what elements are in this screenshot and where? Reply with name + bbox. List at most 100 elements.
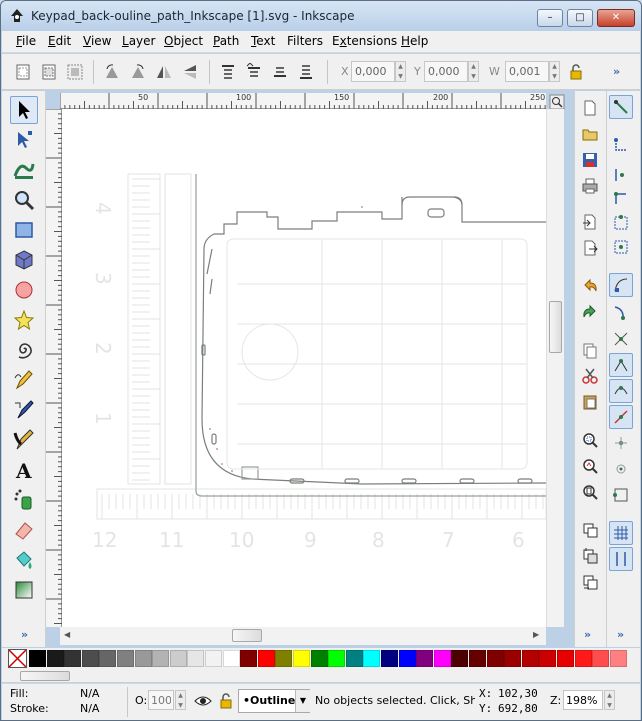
color-swatch[interactable] — [381, 650, 398, 667]
snap-more-button[interactable]: » — [617, 628, 624, 641]
menu-help[interactable]: Help — [401, 34, 428, 48]
zoom-spin-buttons[interactable]: ▲ ▼ — [604, 690, 615, 710]
layer-lock-icon[interactable] — [215, 690, 237, 712]
cut-icon[interactable] — [579, 365, 601, 387]
color-swatch[interactable] — [222, 650, 240, 667]
color-swatch[interactable] — [257, 650, 275, 667]
color-swatch[interactable] — [29, 650, 46, 667]
color-swatch[interactable] — [152, 650, 170, 667]
export-icon[interactable] — [579, 237, 601, 259]
snap-rotation-centers-icon[interactable] — [609, 457, 633, 481]
zoom-drawing-icon[interactable] — [579, 455, 601, 477]
color-swatch[interactable] — [205, 650, 222, 667]
color-swatch[interactable] — [187, 650, 205, 667]
snap-toggle-icon[interactable] — [609, 95, 633, 119]
copy-icon[interactable] — [579, 339, 601, 361]
snap-cusp-nodes-icon[interactable] — [609, 353, 633, 377]
vertical-scroll-thumb[interactable] — [549, 301, 562, 353]
lock-icon[interactable] — [565, 61, 587, 83]
drawing-canvas[interactable]: 12 11 10 9 8 7 6 4 3 2 1 — [62, 109, 546, 627]
palette-scroll-thumb[interactable] — [20, 671, 70, 681]
menu-filters[interactable]: Filters — [287, 34, 323, 48]
toolbox-more-button[interactable]: » — [21, 628, 28, 641]
snap-bbox-corners-icon[interactable] — [609, 187, 633, 211]
menu-view[interactable]: View — [83, 34, 111, 48]
color-swatch[interactable] — [46, 650, 64, 667]
import-icon[interactable] — [579, 211, 601, 233]
commands-more-button[interactable]: » — [584, 628, 591, 641]
width-spin-buttons[interactable]: ▲ ▼ — [549, 61, 560, 82]
lower-to-bottom-icon[interactable] — [295, 61, 317, 83]
eye-visibility-icon[interactable] — [192, 690, 214, 712]
menu-file[interactable]: File — [16, 34, 36, 48]
zoom-page-icon[interactable] — [579, 481, 601, 503]
y-spin-buttons[interactable]: ▲ ▼ — [468, 61, 479, 82]
lower-icon[interactable] — [269, 61, 291, 83]
color-swatch[interactable] — [486, 650, 504, 667]
color-swatch[interactable] — [398, 650, 416, 667]
fill-value[interactable]: N/A — [80, 687, 99, 700]
stroke-value[interactable]: N/A — [80, 702, 99, 715]
color-swatch[interactable] — [504, 650, 522, 667]
deselect-icon[interactable] — [64, 61, 86, 83]
raise-icon[interactable] — [243, 61, 265, 83]
zoom-selection-icon[interactable] — [579, 429, 601, 451]
menu-object[interactable]: Object — [164, 34, 203, 48]
color-swatch[interactable] — [81, 650, 99, 667]
paste-icon[interactable] — [579, 391, 601, 413]
color-swatch[interactable] — [469, 650, 486, 667]
opacity-spin-buttons[interactable]: ▲ ▼ — [175, 690, 186, 710]
chevron-down-icon[interactable]: ▼ — [295, 690, 310, 712]
unlink-clone-icon[interactable] — [579, 571, 601, 593]
color-swatch[interactable] — [64, 650, 82, 667]
rotate-cw-icon[interactable] — [127, 61, 149, 83]
rectangle-tool-icon[interactable] — [10, 216, 38, 244]
color-swatch[interactable] — [574, 650, 592, 667]
minimize-button[interactable]: – — [537, 9, 563, 27]
controls-more-button[interactable]: » — [613, 65, 620, 78]
close-button[interactable]: ✕ — [597, 9, 635, 27]
maximize-button[interactable]: □ — [567, 9, 593, 27]
snap-nodes-icon[interactable] — [609, 273, 633, 297]
snap-paths-icon[interactable] — [609, 301, 633, 325]
select-all-layers-icon[interactable] — [38, 61, 60, 83]
color-swatch[interactable] — [275, 650, 293, 667]
flip-vertical-icon[interactable] — [179, 61, 201, 83]
open-document-icon[interactable] — [579, 123, 601, 145]
rotate-ccw-icon[interactable] — [101, 61, 123, 83]
print-icon[interactable] — [579, 175, 601, 197]
horizontal-scrollbar[interactable]: ◀ ▶ — [60, 627, 546, 645]
gradient-tool-icon[interactable] — [10, 576, 38, 604]
scroll-right-arrow-icon[interactable]: ▶ — [533, 630, 539, 639]
text-tool-icon[interactable]: A — [10, 456, 38, 484]
color-swatch[interactable] — [293, 650, 310, 667]
redo-icon[interactable] — [579, 301, 601, 323]
color-swatch[interactable] — [363, 650, 381, 667]
color-swatch[interactable] — [240, 650, 258, 667]
select-all-icon[interactable] — [12, 61, 34, 83]
width-input[interactable] — [505, 61, 549, 82]
color-swatch[interactable] — [451, 650, 469, 667]
snap-page-border-icon[interactable] — [609, 483, 633, 507]
spiral-tool-icon[interactable] — [10, 336, 38, 364]
star-tool-icon[interactable] — [10, 306, 38, 334]
raise-to-top-icon[interactable] — [217, 61, 239, 83]
snap-bbox-edges-icon[interactable] — [609, 163, 633, 187]
menu-text[interactable]: Text — [251, 34, 275, 48]
pen-tool-icon[interactable] — [10, 396, 38, 424]
clone-icon[interactable] — [579, 545, 601, 567]
flip-horizontal-icon[interactable] — [153, 61, 175, 83]
color-swatch[interactable] — [310, 650, 328, 667]
menu-path[interactable]: Path — [213, 34, 239, 48]
color-swatch[interactable] — [345, 650, 363, 667]
vertical-scrollbar[interactable] — [546, 109, 564, 627]
selector-tool-icon[interactable] — [10, 96, 38, 124]
snap-bbox-icon[interactable] — [609, 133, 633, 157]
color-swatch[interactable] — [521, 650, 539, 667]
zoom-input[interactable] — [563, 690, 603, 710]
color-swatch[interactable] — [557, 650, 574, 667]
snap-midpoints-icon[interactable] — [609, 405, 633, 429]
3d-box-tool-icon[interactable] — [10, 246, 38, 274]
spray-tool-icon[interactable] — [10, 486, 38, 514]
no-paint-swatch[interactable] — [8, 649, 27, 668]
